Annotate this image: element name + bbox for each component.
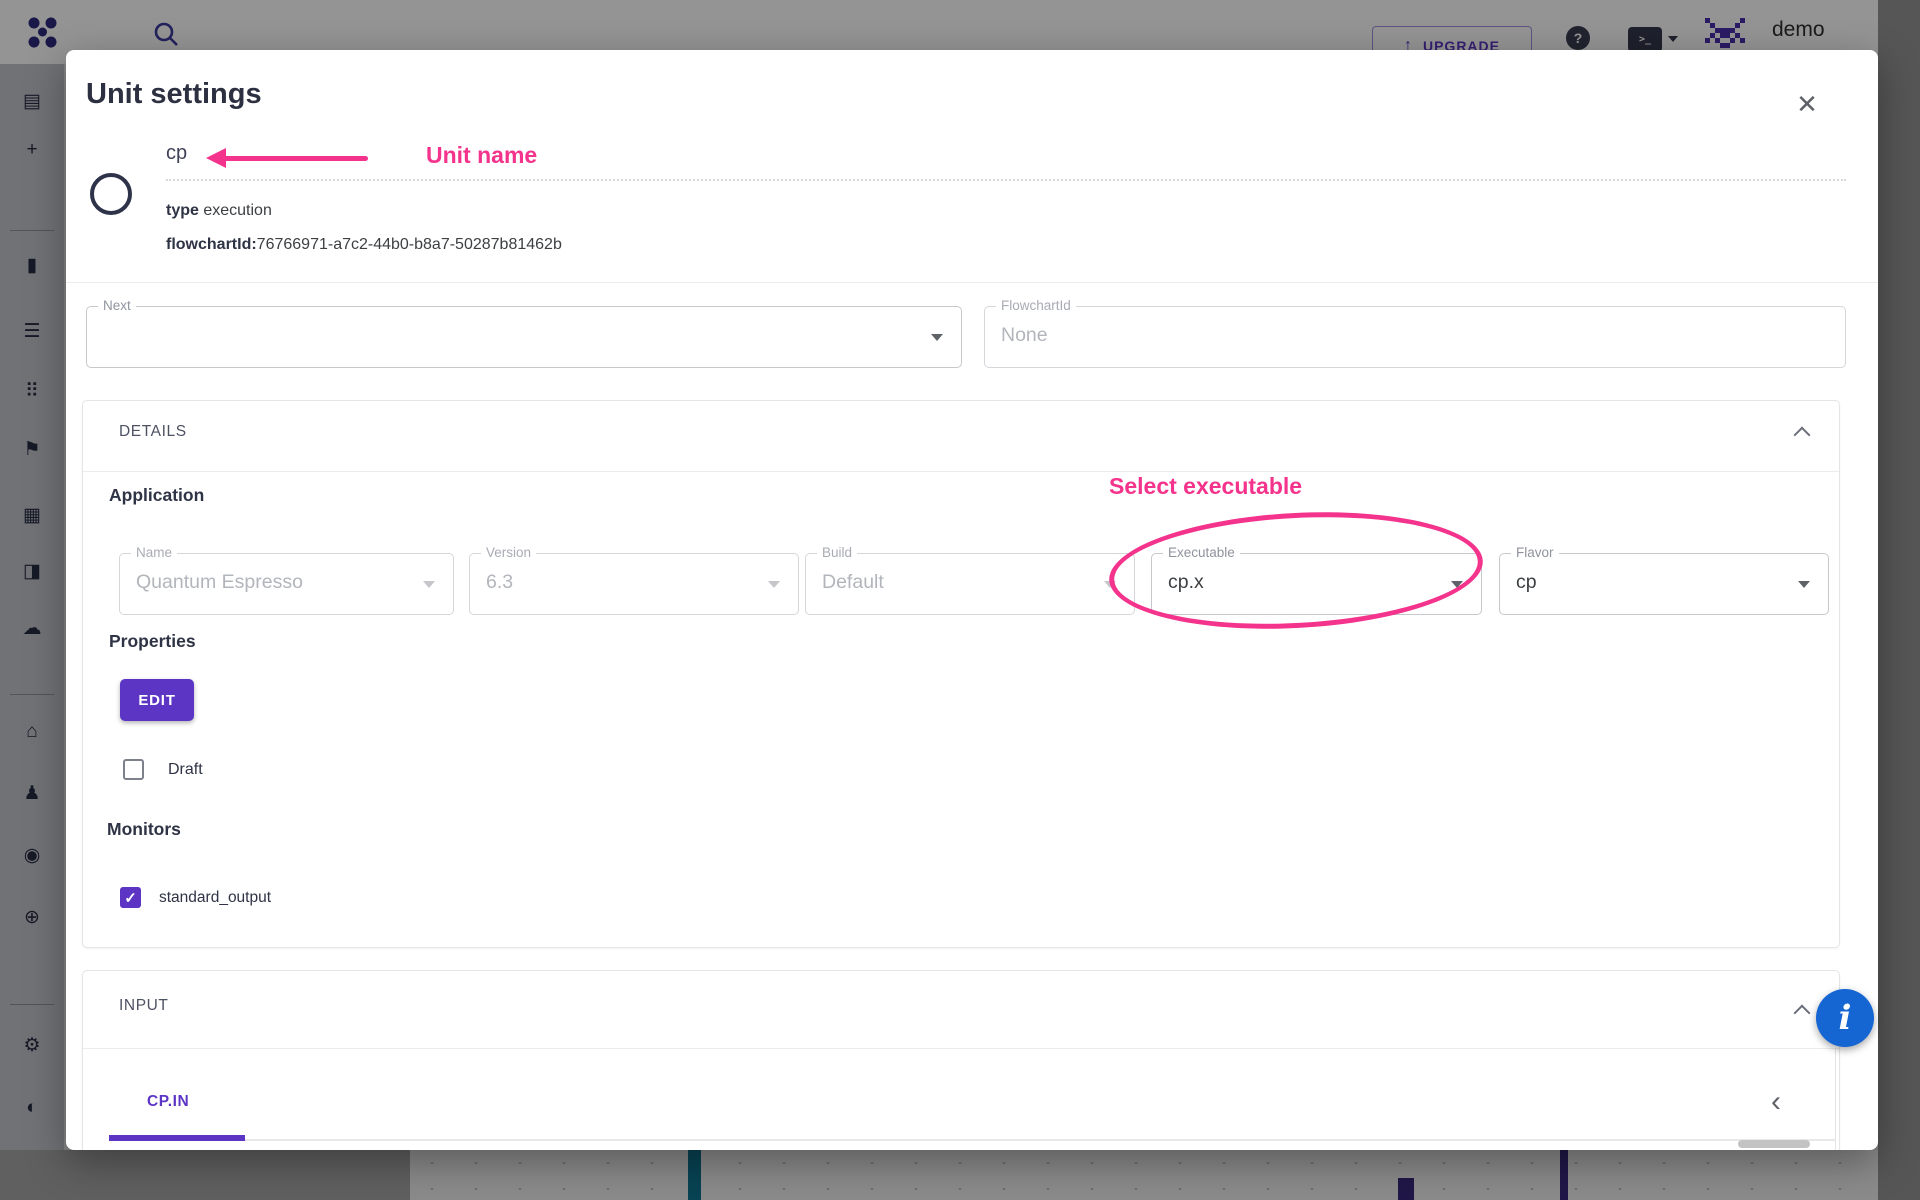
details-header: DETAILS bbox=[119, 423, 187, 441]
input-divider bbox=[83, 1048, 1839, 1049]
type-label: type bbox=[166, 202, 199, 219]
screen: ▤+▮☰⠿⚑▦◨☁⌂♟◉⊕⚙◐○ ↑ UPGRADE ? >_ bbox=[0, 0, 1920, 1200]
tabs-bottom-border bbox=[109, 1139, 1835, 1141]
unit-settings-modal: Unit settings ✕ cp Unit name type execut… bbox=[66, 50, 1878, 1150]
unit-flowchartid-row: flowchartId:76766971-a7c2-44b0-b8a7-5028… bbox=[166, 236, 562, 254]
active-tab-indicator bbox=[109, 1135, 245, 1141]
flowchartid-field-value: None bbox=[1001, 324, 1048, 347]
name-value: Quantum Espresso bbox=[136, 571, 303, 594]
version-value: 6.3 bbox=[486, 571, 513, 594]
modal-title: Unit settings bbox=[86, 78, 262, 111]
flavor-label: Flavor bbox=[1511, 545, 1559, 560]
unit-name-value: cp bbox=[166, 142, 187, 165]
app-executable-select[interactable]: Executable cp.x bbox=[1151, 553, 1482, 615]
flowchartid-field-label: FlowchartId bbox=[996, 298, 1076, 313]
draft-checkbox-row: Draft bbox=[123, 759, 203, 780]
caret-down-icon bbox=[1451, 581, 1463, 588]
standard-output-checkbox[interactable]: ✓ bbox=[120, 887, 141, 908]
input-header: INPUT bbox=[119, 997, 169, 1015]
application-label: Application bbox=[109, 485, 204, 506]
flowchartid-value: 76766971-a7c2-44b0-b8a7-50287b81462b bbox=[257, 236, 562, 253]
input-section: INPUT CP.IN ‹ bbox=[82, 970, 1840, 1150]
annotation-select-executable: Select executable bbox=[1109, 473, 1302, 500]
app-build-select: Build Default bbox=[805, 553, 1135, 615]
draft-checkbox[interactable] bbox=[123, 759, 144, 780]
collapse-input-chevron-up-icon[interactable] bbox=[1795, 1003, 1809, 1017]
modal-header-divider bbox=[66, 282, 1878, 283]
app-version-select: Version 6.3 bbox=[469, 553, 799, 615]
info-fab-button[interactable]: i bbox=[1816, 989, 1874, 1047]
monitors-label: Monitors bbox=[107, 819, 181, 840]
details-divider bbox=[83, 471, 1839, 472]
caret-down-icon bbox=[768, 581, 780, 588]
caret-down-icon bbox=[1798, 581, 1810, 588]
tab-cp-in[interactable]: CP.IN bbox=[147, 1093, 189, 1111]
draft-label: Draft bbox=[168, 761, 203, 779]
unit-node-icon bbox=[90, 173, 132, 215]
horizontal-scrollbar-thumb[interactable] bbox=[1738, 1140, 1810, 1148]
build-label: Build bbox=[817, 545, 857, 560]
edit-properties-button[interactable]: EDIT bbox=[120, 679, 194, 721]
collapse-details-chevron-up-icon[interactable] bbox=[1795, 425, 1809, 439]
version-label: Version bbox=[481, 545, 536, 560]
caret-down-icon bbox=[931, 334, 943, 341]
caret-down-icon bbox=[423, 581, 435, 588]
annotation-arrow-icon bbox=[206, 148, 368, 168]
unit-type-row: type execution bbox=[166, 202, 272, 220]
unit-name-underline bbox=[166, 179, 1846, 181]
input-side-divider bbox=[1835, 1048, 1836, 1150]
app-name-select: Name Quantum Espresso bbox=[119, 553, 454, 615]
flowchartid-label: flowchartId: bbox=[166, 236, 257, 253]
executable-label: Executable bbox=[1163, 545, 1240, 560]
properties-label: Properties bbox=[109, 631, 196, 652]
caret-down-icon bbox=[1104, 581, 1116, 588]
type-value: execution bbox=[203, 202, 272, 219]
app-flavor-select[interactable]: Flavor cp bbox=[1499, 553, 1829, 615]
name-label: Name bbox=[131, 545, 177, 560]
tabs-scroll-left-chevron-icon[interactable]: ‹ bbox=[1761, 1087, 1791, 1117]
check-icon: ✓ bbox=[124, 889, 137, 907]
standard-output-label: standard_output bbox=[159, 889, 271, 907]
close-icon[interactable]: ✕ bbox=[1790, 87, 1824, 121]
next-select[interactable]: Next bbox=[86, 306, 962, 368]
build-value: Default bbox=[822, 571, 884, 594]
flavor-value: cp bbox=[1516, 571, 1537, 594]
monitor-checkbox-row: ✓ standard_output bbox=[120, 887, 271, 908]
next-label: Next bbox=[98, 298, 136, 313]
flowchartid-field: FlowchartId None bbox=[984, 306, 1846, 368]
executable-value: cp.x bbox=[1168, 571, 1204, 594]
annotation-unit-name: Unit name bbox=[426, 142, 537, 169]
details-section: DETAILS Select executable Application Na… bbox=[82, 400, 1840, 948]
